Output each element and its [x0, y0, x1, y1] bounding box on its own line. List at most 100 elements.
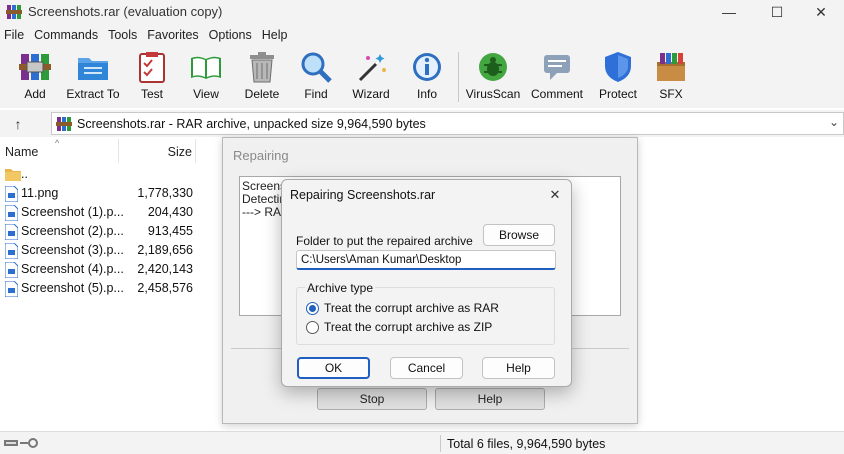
info-icon: [413, 53, 441, 81]
archive-path-text: Screenshots.rar - RAR archive, unpacked …: [77, 117, 426, 131]
address-bar: ↑ Screenshots.rar - RAR archive, unpacke…: [0, 110, 844, 137]
dialog-title: Repairing Screenshots.rar: [290, 188, 436, 202]
sfx-label: SFX: [659, 87, 683, 101]
file-name: Screenshot (1).p...: [21, 205, 124, 219]
radio-zip-label: Treat the corrupt archive as ZIP: [324, 320, 493, 334]
toolbar: Add Extract To Test View Delete Find Wiz…: [0, 46, 844, 108]
column-header-size[interactable]: Size: [119, 139, 196, 163]
wizard-button[interactable]: Wizard: [351, 50, 391, 106]
radio-rar[interactable]: Treat the corrupt archive as RAR: [306, 300, 499, 316]
status-bar: Total 6 files, 9,964,590 bytes: [0, 431, 844, 454]
menu-options[interactable]: Options: [204, 28, 257, 42]
column-name-label: Name: [5, 145, 39, 159]
delete-button[interactable]: Delete: [243, 50, 281, 106]
log-line: Detectin: [242, 192, 287, 206]
table-row[interactable]: Screenshot (3).p... 2,189,656: [0, 241, 222, 260]
extract-to-button[interactable]: Extract To: [66, 50, 120, 106]
column-header-name[interactable]: ^ Name: [0, 138, 119, 163]
winrar-app-icon: [6, 5, 22, 19]
view-button[interactable]: View: [184, 50, 228, 106]
view-label: View: [193, 87, 219, 101]
parent-folder-label: ..: [21, 167, 28, 181]
table-row[interactable]: Screenshot (4).p... 2,420,143: [0, 260, 222, 279]
menu-bar: File Commands Tools Favorites Options He…: [0, 24, 844, 46]
radio-button-checked[interactable]: [306, 301, 319, 315]
image-file-icon: [5, 205, 18, 221]
menu-tools[interactable]: Tools: [103, 28, 142, 42]
close-icon[interactable]: ✕: [545, 185, 565, 205]
folder-extract-icon: [78, 58, 108, 80]
status-text: Total 6 files, 9,964,590 bytes: [447, 437, 606, 451]
repair-help-button[interactable]: Help: [435, 388, 545, 410]
up-arrow-icon[interactable]: ↑: [8, 114, 28, 134]
help-button[interactable]: Help: [482, 357, 555, 379]
protect-label: Protect: [598, 87, 637, 101]
status-separator: [440, 435, 441, 452]
sort-arrow-icon: ^: [55, 138, 60, 148]
info-label: Info: [416, 87, 437, 101]
table-row[interactable]: Screenshot (1).p... 204,430: [0, 203, 222, 222]
list-item-parent-folder[interactable]: ..: [0, 165, 222, 184]
table-row[interactable]: Screenshot (2).p... 913,455: [0, 222, 222, 241]
comment-icon: [544, 55, 570, 80]
magnifier-icon: [301, 52, 332, 83]
sfx-button[interactable]: SFX: [652, 50, 690, 106]
image-file-icon: [5, 281, 18, 297]
books-stack-icon: [19, 54, 51, 80]
chevron-down-icon[interactable]: ⌄: [829, 115, 839, 129]
radio-zip[interactable]: Treat the corrupt archive as ZIP: [306, 319, 492, 335]
virusscan-button[interactable]: VirusScan: [466, 50, 520, 106]
column-size-label: Size: [167, 145, 192, 159]
protect-button[interactable]: Protect: [597, 50, 639, 106]
radio-button[interactable]: [306, 320, 319, 334]
archive-type-group: Archive type Treat the corrupt archive a…: [296, 281, 555, 345]
cancel-button[interactable]: Cancel: [390, 357, 463, 379]
menu-commands[interactable]: Commands: [29, 28, 103, 42]
file-name: Screenshot (2).p...: [21, 224, 124, 238]
test-button[interactable]: Test: [134, 50, 170, 106]
virusscan-label: VirusScan: [465, 87, 521, 101]
magic-wand-icon: [358, 54, 386, 82]
archive-type-label: Archive type: [305, 281, 376, 295]
add-button[interactable]: Add: [17, 50, 53, 106]
menu-file[interactable]: File: [0, 28, 29, 42]
sfx-box-icon: [657, 53, 685, 81]
table-row[interactable]: 11.png 1,778,330: [0, 184, 222, 203]
menu-favorites[interactable]: Favorites: [142, 28, 203, 42]
browse-button[interactable]: Browse: [483, 224, 555, 246]
image-file-icon: [5, 243, 18, 259]
extract-to-label: Extract To: [66, 87, 120, 101]
info-button[interactable]: Info: [410, 50, 444, 106]
minimize-button[interactable]: —: [706, 0, 752, 24]
file-size: 913,455: [147, 224, 193, 238]
toolbar-separator: [458, 52, 459, 102]
image-file-icon: [5, 224, 18, 240]
maximize-button[interactable]: ☐: [754, 0, 800, 24]
window-title: Screenshots.rar (evaluation copy): [28, 4, 223, 19]
title-bar: Screenshots.rar (evaluation copy) — ☐ ✕: [0, 0, 844, 24]
image-file-icon: [5, 186, 18, 202]
file-size: 2,189,656: [137, 243, 193, 257]
file-size: 2,458,576: [137, 281, 193, 295]
file-size: 2,420,143: [137, 262, 193, 276]
file-size: 204,430: [147, 205, 193, 219]
destination-folder-input[interactable]: [296, 250, 556, 270]
shield-icon: [605, 52, 631, 82]
comment-label: Comment: [530, 87, 583, 101]
file-name: 11.png: [21, 186, 59, 200]
stop-button[interactable]: Stop: [317, 388, 427, 410]
test-label: Test: [140, 87, 163, 101]
open-book-icon: [191, 56, 221, 79]
comment-button[interactable]: Comment: [529, 50, 585, 106]
clipboard-check-icon: [139, 52, 165, 83]
close-window-button[interactable]: ✕: [798, 0, 844, 24]
find-button[interactable]: Find: [298, 50, 334, 106]
file-name: Screenshot (4).p...: [21, 262, 124, 276]
repairing-window-title: Repairing: [233, 148, 289, 163]
ok-button[interactable]: OK: [297, 357, 370, 379]
table-row[interactable]: Screenshot (5).p... 2,458,576: [0, 279, 222, 298]
trash-can-icon: [250, 52, 274, 83]
menu-help[interactable]: Help: [257, 28, 293, 42]
archive-path-field[interactable]: Screenshots.rar - RAR archive, unpacked …: [51, 112, 844, 135]
archive-icon: [56, 117, 72, 131]
